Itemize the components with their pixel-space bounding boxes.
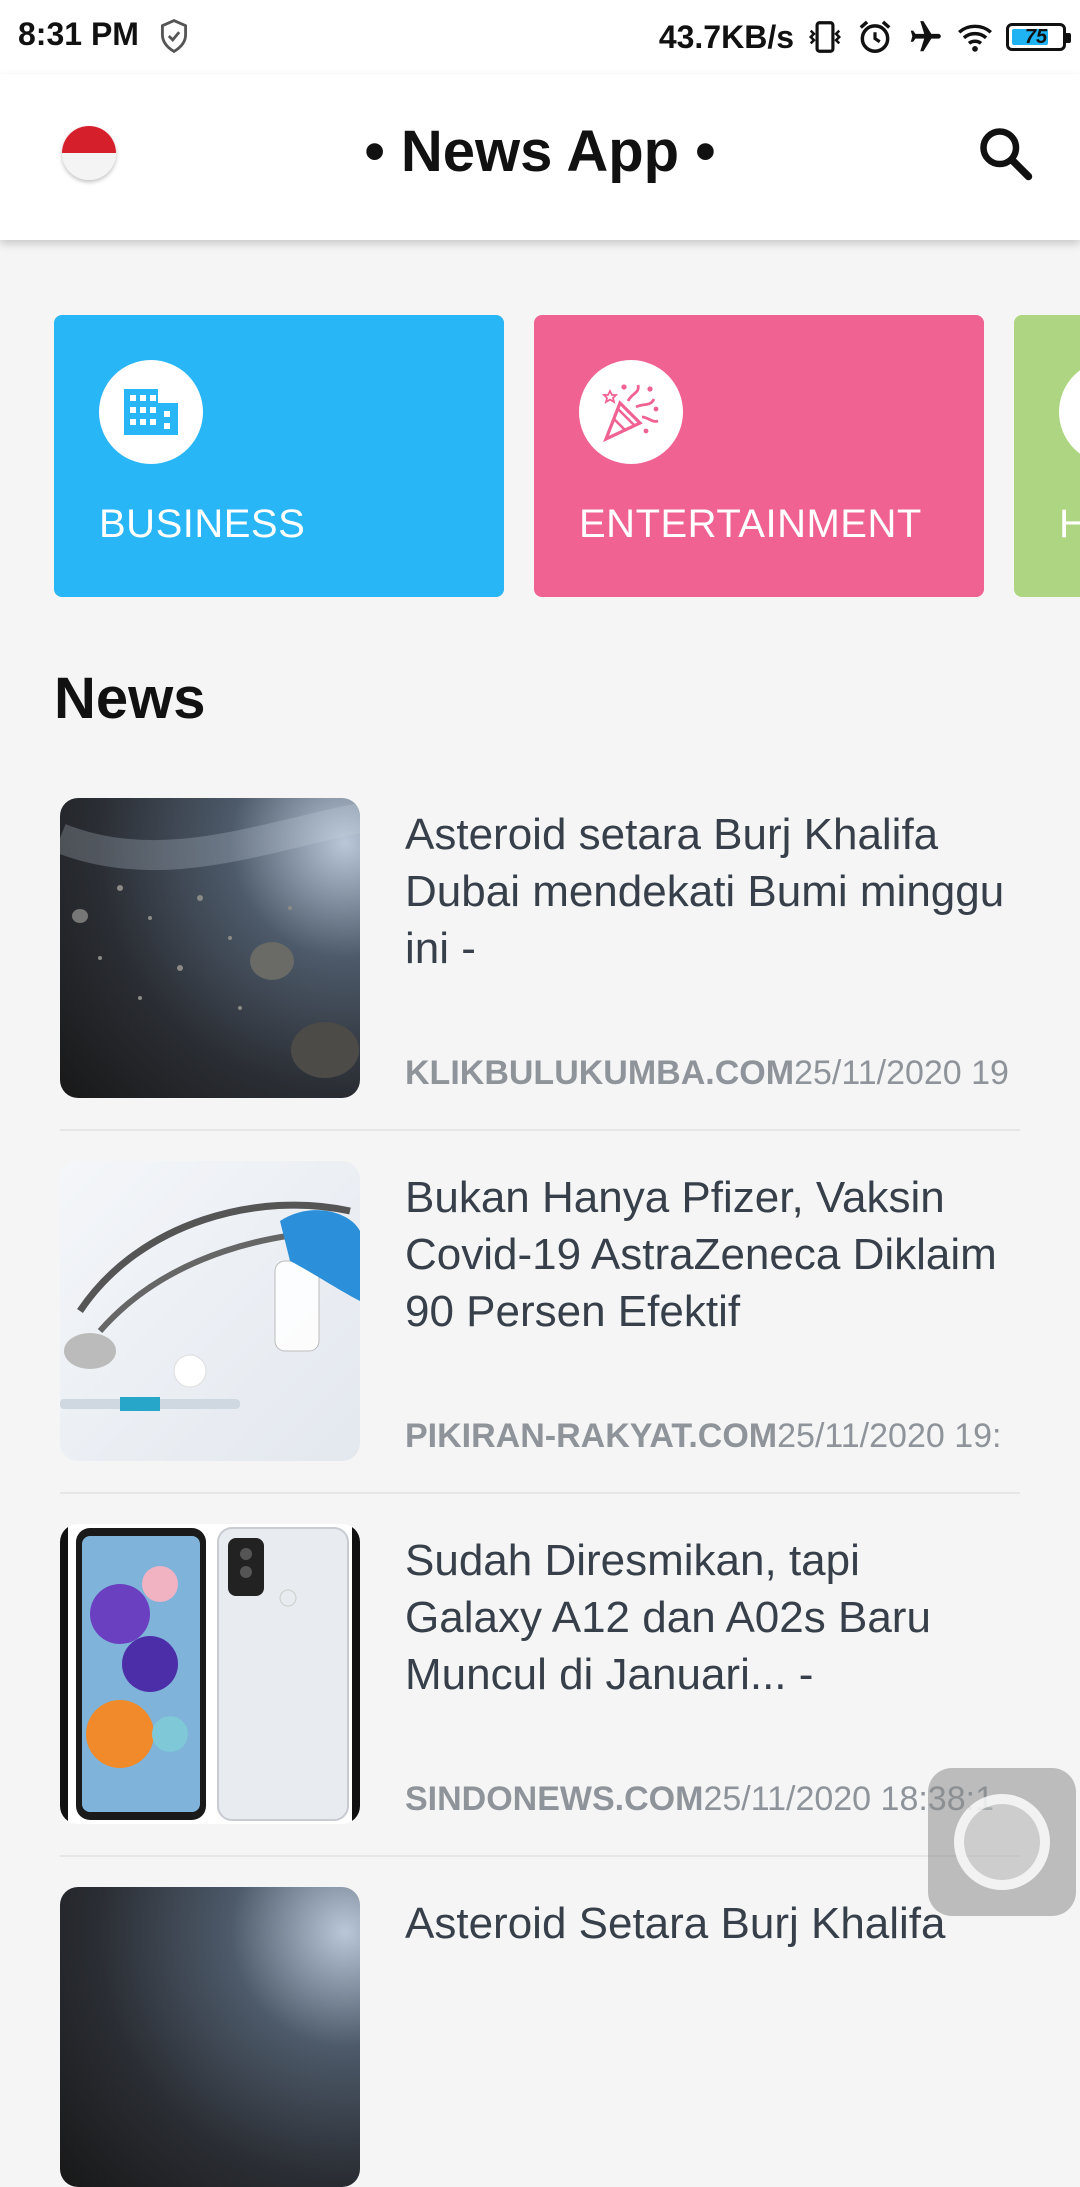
status-icons: 43.7KB/s 75: [658, 12, 1071, 62]
news-source: KLIKBULUKUMBA.COM: [405, 1054, 795, 1092]
vibrate-icon: [808, 21, 842, 53]
status-time: 8:31 PM: [18, 16, 139, 52]
network-speed: 43.7KB/s: [658, 18, 794, 55]
news-meta: PIKIRAN-RAKYAT.COM25/11/2020 19:: [405, 1417, 1020, 1456]
search-icon[interactable]: [976, 124, 1036, 184]
news-headline: Bukan Hanya Pfizer, Vaksin Covid-19 Astr…: [405, 1173, 997, 1336]
news-headline: Sudah Diresmikan, tapi Galaxy A12 dan A0…: [405, 1536, 931, 1699]
news-headline: Asteroid Setara Burj Khalifa: [405, 1899, 946, 1948]
news-item[interactable]: Asteroid Setara Burj Khalifa: [60, 1887, 1020, 2187]
divider: [60, 1129, 1020, 1131]
app-bar: • News App •: [0, 74, 1080, 240]
news-source: SINDONEWS.COM: [405, 1780, 704, 1818]
asteroid-image: [60, 1887, 360, 2187]
battery-icon: 75: [1006, 23, 1071, 51]
airplane-icon: [910, 21, 941, 52]
category-label: BUSINESS: [99, 502, 306, 546]
category-label: ENTERTAINMENT: [579, 502, 922, 546]
news-date: 25/11/2020 19: [794, 1054, 1009, 1092]
news-source: PIKIRAN-RAKYAT.COM: [405, 1417, 778, 1455]
news-headline: Asteroid setara Burj Khalifa Dubai mende…: [405, 810, 1005, 973]
battery-level: 75: [1024, 25, 1048, 48]
alarm-icon: [859, 20, 891, 53]
assistive-ring-icon: [954, 1794, 1050, 1890]
wifi-icon: [957, 24, 993, 52]
floating-assistive-button[interactable]: [928, 1768, 1076, 1916]
news-meta: KLIKBULUKUMBA.COM25/11/2020 19: [405, 1054, 1020, 1093]
vaccine-stethoscope-image: [60, 1161, 360, 1461]
divider: [60, 1492, 1020, 1494]
news-date: 25/11/2020 19:: [777, 1417, 1002, 1455]
status-bar: 8:31 PM 43.7KB/s 75: [0, 0, 1080, 74]
asteroid-image: [60, 798, 360, 1098]
news-item[interactable]: Bukan Hanya Pfizer, Vaksin Covid-19 Astr…: [60, 1161, 1020, 1461]
category-card-entertainment[interactable]: ENTERTAINMENT: [534, 315, 984, 597]
category-carousel[interactable]: BUSINESS ENTERTAINMENT HEALTH: [54, 315, 1080, 597]
category-label: HEALTH: [1059, 502, 1080, 546]
health-icon: [1059, 360, 1080, 464]
galaxy-phones-image: [60, 1524, 360, 1824]
category-card-business[interactable]: BUSINESS: [54, 315, 504, 597]
category-card-health[interactable]: HEALTH: [1014, 315, 1080, 597]
divider: [60, 1855, 1020, 1857]
app-title: • News App •: [364, 119, 716, 184]
shield-icon: [161, 19, 187, 54]
news-item[interactable]: Sudah Diresmikan, tapi Galaxy A12 dan A0…: [60, 1524, 1020, 1824]
news-item[interactable]: Asteroid setara Burj Khalifa Dubai mende…: [60, 798, 1020, 1098]
business-building-icon: [99, 360, 203, 464]
section-title: News: [54, 666, 206, 731]
party-popper-icon: [579, 360, 683, 464]
